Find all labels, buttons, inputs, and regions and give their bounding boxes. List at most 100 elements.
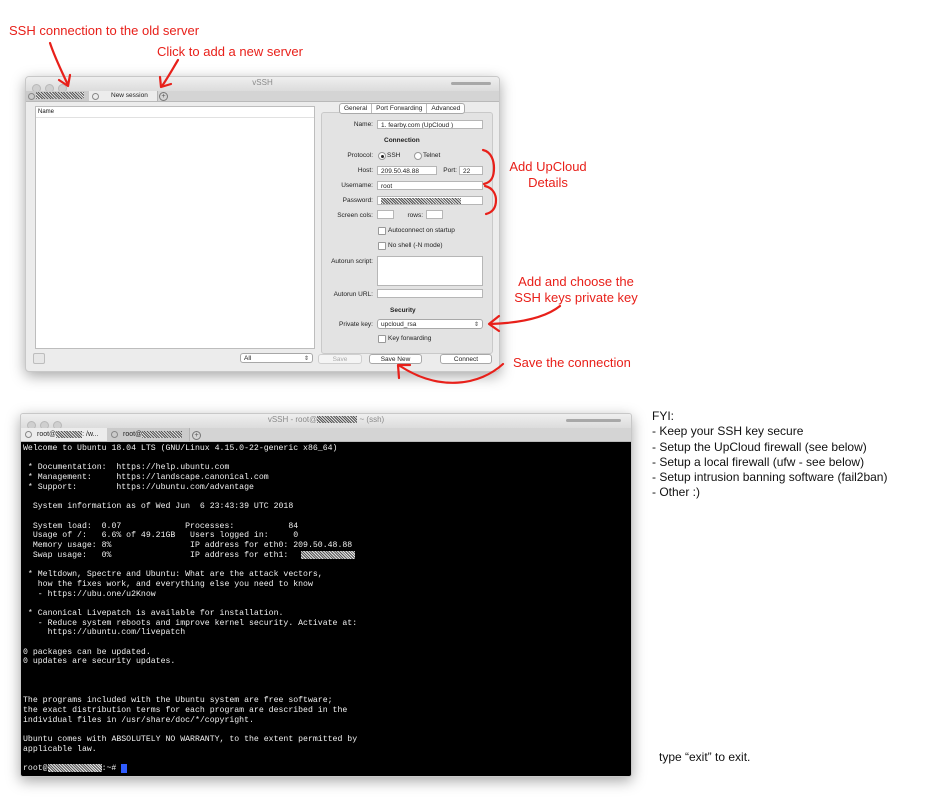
vssh-tab-bar: New session + [26, 91, 499, 102]
autorun-script-field[interactable] [377, 256, 483, 286]
protocol-telnet-label: Telnet [423, 152, 441, 159]
host-field[interactable]: 209.50.48.88 [377, 166, 437, 175]
tab-new-session-label: New session [111, 92, 148, 99]
fyi-title: FYI: [652, 409, 675, 423]
screen-cols-label: Screen cols: [337, 212, 373, 219]
terminal-tab-bar: root@ : /w... root@ + [21, 428, 631, 442]
chevron-updown-icon: ⇕ [473, 322, 479, 328]
fyi-item: - Other :) [652, 485, 701, 500]
annotation-add-upcloud-line2: Details [528, 175, 568, 190]
host-label: Host: [357, 167, 373, 174]
terminal-window: vSSH - root@ ~ (ssh) root@ : /w... root@ … [20, 413, 632, 777]
terminal-title-prefix: vSSH - root@ [267, 415, 318, 424]
fyi-notes: FYI: - Keep your SSH key secure - Setup … [652, 409, 887, 501]
password-field[interactable] [377, 196, 483, 205]
username-label: Username: [341, 182, 373, 189]
protocol-label: Protocol: [347, 152, 373, 159]
terminal-tab-1-prefix: root@ [37, 431, 57, 438]
close-tab-icon[interactable] [28, 93, 35, 100]
redacted-password [381, 198, 461, 204]
username-field[interactable]: root [377, 181, 483, 190]
no-shell-label: No shell (-N mode) [388, 242, 443, 249]
fyi-item: - Setup a local firewall (ufw - see belo… [652, 454, 865, 469]
terminal-prompt[interactable]: root@ :~# [23, 764, 128, 774]
annotation-add-new-server: Click to add a new server [157, 44, 303, 59]
redacted-host [142, 430, 183, 438]
list-column-name[interactable]: Name [36, 107, 314, 118]
font-size-slider[interactable] [451, 82, 491, 85]
redacted-host [56, 430, 83, 438]
save-new-button[interactable]: Save New [369, 354, 422, 364]
annotation-add-upcloud-line1: Add UpCloud [509, 159, 587, 174]
prompt-suffix: :~# [101, 764, 122, 774]
terminal-text: Welcome to Ubuntu 18.04 LTS (GNU/Linux 4… [23, 444, 358, 754]
protocol-ssh-radio[interactable] [378, 152, 386, 160]
connect-button[interactable]: Connect [440, 354, 492, 364]
annotation-save-connection: Save the connection [513, 355, 631, 370]
autoconnect-checkbox[interactable] [378, 227, 386, 235]
tab-port-forwarding[interactable]: Port Forwarding [372, 104, 428, 113]
add-tab-icon[interactable]: + [192, 431, 201, 440]
tab-general[interactable]: General [340, 104, 373, 113]
redacted-server-name [36, 91, 84, 99]
private-key-value: upcloud_rsa [381, 321, 417, 328]
redacted-eth1-ip [301, 551, 355, 559]
port-label: Port: [443, 167, 457, 174]
save-button[interactable]: Save [318, 354, 362, 364]
prompt-prefix: root@ [23, 764, 48, 774]
session-filter-select[interactable]: All ⇕ [240, 353, 313, 363]
port-field[interactable]: 22 [459, 166, 483, 175]
annotation-add-key-line1: Add and choose the [518, 274, 634, 289]
terminal-title-suffix: ~ (ssh) [357, 415, 385, 424]
autorun-script-label: Autorun script: [331, 258, 373, 265]
terminal-tab-2[interactable]: root@ [107, 428, 190, 441]
annotation-add-upcloud-details: Add UpCloud Details [502, 159, 594, 191]
settings-segmented-control: General Port Forwarding Advanced [339, 103, 466, 114]
autorun-url-field[interactable] [377, 289, 483, 298]
rows-field[interactable] [426, 210, 443, 219]
tab-advanced[interactable]: Advanced [427, 104, 464, 113]
redacted-host [317, 416, 358, 424]
chevron-updown-icon: ⇕ [303, 356, 309, 362]
security-header: Security [390, 307, 416, 314]
autorun-url-label: Autorun URL: [333, 291, 373, 298]
redacted-host [47, 764, 102, 772]
saved-sessions-list[interactable]: Name [35, 106, 315, 349]
exit-note: type “exit” to exit. [659, 750, 751, 764]
protocol-telnet-radio[interactable] [414, 152, 422, 160]
key-forwarding-checkbox[interactable] [378, 335, 386, 343]
vssh-window: vSSH New session + Name General Port For… [25, 76, 500, 372]
tab-new-session[interactable]: New session [89, 91, 158, 101]
close-tab-icon[interactable] [111, 431, 118, 438]
no-shell-checkbox[interactable] [378, 242, 386, 250]
close-tab-icon[interactable] [92, 93, 99, 100]
terminal-cursor [121, 764, 128, 773]
arrow-private-key [488, 304, 562, 326]
close-tab-icon[interactable] [25, 431, 32, 438]
terminal-tab-2-prefix: root@ [123, 431, 143, 438]
remove-session-button[interactable] [33, 353, 45, 364]
private-key-label: Private key: [339, 321, 373, 328]
connection-header: Connection [384, 137, 420, 144]
fyi-item: - Setup the UpCloud firewall (see below) [652, 439, 867, 454]
fyi-item: - Setup intrusion banning software (fail… [652, 470, 888, 485]
protocol-ssh-label: SSH [387, 152, 401, 159]
screen-cols-field[interactable] [377, 210, 394, 219]
terminal-titlebar[interactable]: vSSH - root@ ~ (ssh) [21, 414, 631, 430]
terminal-output[interactable]: Welcome to Ubuntu 18.04 LTS (GNU/Linux 4… [21, 442, 631, 776]
private-key-select[interactable]: upcloud_rsa ⇕ [377, 319, 483, 329]
add-tab-icon[interactable]: + [159, 92, 168, 101]
password-label: Password: [342, 197, 373, 204]
session-filter-value: All [244, 355, 252, 362]
annotation-add-key-line2: SSH keys private key [514, 290, 638, 305]
font-size-slider[interactable] [566, 419, 621, 422]
fyi-item: - Keep your SSH key secure [652, 424, 804, 439]
terminal-tab-1-suffix: : /w... [82, 431, 99, 438]
key-forwarding-label: Key forwarding [388, 335, 432, 342]
name-field[interactable]: 1. fearby.com (UpCloud ) [377, 120, 483, 129]
terminal-window-title: vSSH - root@ ~ (ssh) [21, 415, 631, 424]
annotation-add-private-key: Add and choose the SSH keys private key [511, 274, 641, 306]
autoconnect-label: Autoconnect on startup [388, 227, 455, 234]
rows-label: rows: [407, 212, 423, 219]
vssh-titlebar[interactable]: vSSH [26, 77, 499, 93]
